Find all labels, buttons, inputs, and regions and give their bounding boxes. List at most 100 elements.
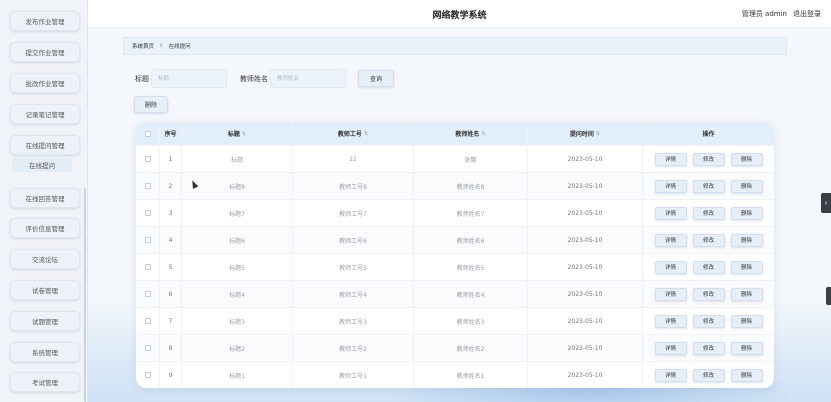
cell-teacher-name: 教师姓名4 xyxy=(414,281,528,307)
sidebar-item-submit-homework[interactable]: 提交作业管理 xyxy=(10,42,80,62)
cell-idx: 5 xyxy=(160,254,182,280)
edit-button[interactable]: 修改 xyxy=(692,368,725,382)
detail-button[interactable]: 详情 xyxy=(654,206,687,220)
edit-button[interactable]: 修改 xyxy=(692,314,725,328)
edit-button[interactable]: 修改 xyxy=(692,206,725,220)
teacher-name-search-input[interactable] xyxy=(270,69,346,88)
sidebar-item-papers[interactable]: 试卷管理 xyxy=(10,280,80,300)
detail-button[interactable]: 详情 xyxy=(654,233,687,247)
breadcrumb-home[interactable]: 系统首页 xyxy=(132,42,154,50)
cell-idx: 1 xyxy=(160,146,182,172)
col-teacher-no[interactable]: 教师工号 ⇅ xyxy=(293,122,414,145)
sidebar-item-forum[interactable]: 交流论坛 xyxy=(10,249,80,269)
row-select-cell xyxy=(136,335,160,361)
detail-button[interactable]: 详情 xyxy=(654,179,687,193)
row-select-cell xyxy=(136,146,160,172)
sidebar-item-exams[interactable]: 考试管理 xyxy=(10,372,80,392)
row-checkbox[interactable] xyxy=(144,291,151,297)
row-select-cell xyxy=(136,281,160,307)
cell-time: 2023-05-10 xyxy=(528,200,643,226)
side-handle[interactable] xyxy=(826,287,831,305)
delete-button[interactable]: 删除 xyxy=(730,287,763,301)
delete-button[interactable]: 删除 xyxy=(730,368,763,382)
logout-link[interactable]: 退出登录 xyxy=(793,9,821,19)
sidebar-item-questions-bank[interactable]: 试题管理 xyxy=(10,311,80,331)
col-teacher-name-label: 教师姓名 xyxy=(455,131,480,138)
row-checkbox[interactable] xyxy=(144,345,151,351)
batch-delete-button[interactable]: 删除 xyxy=(134,96,168,113)
title-search-input[interactable] xyxy=(151,69,227,88)
delete-button[interactable]: 删除 xyxy=(730,260,763,274)
cell-idx: 9 xyxy=(160,362,182,388)
sort-icon[interactable]: ⇅ xyxy=(481,131,485,137)
row-checkbox[interactable] xyxy=(144,156,151,162)
col-time-label: 提问时间 xyxy=(569,131,594,138)
col-title[interactable]: 标题 ⇅ xyxy=(182,122,293,145)
cell-teacher-no: 教师工号8 xyxy=(293,173,414,199)
sort-icon[interactable]: ⇅ xyxy=(364,131,368,137)
row-actions: 详情 修改 删除 xyxy=(643,227,774,253)
col-index-label: 序号 xyxy=(164,131,177,138)
row-checkbox[interactable] xyxy=(144,372,151,378)
cell-teacher-name: 教师姓名6 xyxy=(414,227,528,253)
cell-idx: 7 xyxy=(160,308,182,334)
cell-teacher-no: 教师工号2 xyxy=(293,335,414,361)
row-actions: 详情 修改 删除 xyxy=(643,308,774,334)
app-title: 网络教学系统 xyxy=(432,11,487,21)
sort-icon[interactable]: ⇅ xyxy=(242,131,246,137)
cell-idx: 6 xyxy=(160,281,182,307)
table-row: 7 标题3 教师工号3 教师姓名3 2023-05-10 详情 修改 删除 xyxy=(136,307,774,334)
delete-button[interactable]: 删除 xyxy=(730,341,763,355)
col-time[interactable]: 提问时间 ⇅ xyxy=(528,122,643,145)
sidebar-subitem-questions[interactable]: 在线提问 xyxy=(12,158,72,172)
sort-icon[interactable]: ⇅ xyxy=(596,131,600,137)
detail-button[interactable]: 详情 xyxy=(654,368,687,382)
delete-button[interactable]: 删除 xyxy=(730,233,763,247)
sidebar-item-grade-homework[interactable]: 批改作业管理 xyxy=(10,73,80,93)
sidebar-item-reviews[interactable]: 评价信息管理 xyxy=(10,218,80,238)
cell-teacher-name: 教师姓名2 xyxy=(414,335,528,361)
sidebar-item-publish-homework[interactable]: 发布作业管理 xyxy=(10,11,80,31)
sidebar-item-notes[interactable]: 记录笔记管理 xyxy=(10,104,80,124)
sidebar-scrollbar[interactable] xyxy=(84,188,86,402)
cell-time: 2023-05-10 xyxy=(528,281,643,307)
edit-button[interactable]: 修改 xyxy=(692,179,725,193)
edit-button[interactable]: 修改 xyxy=(692,260,725,274)
cell-time: 2023-05-10 xyxy=(528,254,643,280)
detail-button[interactable]: 详情 xyxy=(654,152,687,166)
collapse-panel-icon[interactable]: ‹ xyxy=(821,193,831,213)
sidebar-item-system[interactable]: 系统管理 xyxy=(10,342,80,362)
row-checkbox[interactable] xyxy=(144,237,151,243)
edit-button[interactable]: 修改 xyxy=(692,233,725,247)
edit-button[interactable]: 修改 xyxy=(692,152,725,166)
row-actions: 详情 修改 删除 xyxy=(643,146,774,172)
delete-button[interactable]: 删除 xyxy=(730,152,763,166)
edit-button[interactable]: 修改 xyxy=(692,341,725,355)
row-checkbox[interactable] xyxy=(144,318,151,324)
col-ops: 操作 xyxy=(643,122,774,145)
delete-button[interactable]: 删除 xyxy=(730,314,763,328)
detail-button[interactable]: 详情 xyxy=(654,260,687,274)
select-all-cell xyxy=(136,122,160,145)
edit-button[interactable]: 修改 xyxy=(692,287,725,301)
row-checkbox[interactable] xyxy=(144,210,151,216)
cell-idx: 8 xyxy=(160,335,182,361)
cell-title: 标题7 xyxy=(182,200,293,226)
detail-button[interactable]: 详情 xyxy=(654,341,687,355)
cell-title: 标题1 xyxy=(182,362,293,388)
breadcrumb-separator-icon: ⇧ xyxy=(159,43,164,49)
sidebar-item-questions[interactable]: 在线提问管理 xyxy=(10,135,80,155)
detail-button[interactable]: 详情 xyxy=(654,314,687,328)
row-select-cell xyxy=(136,200,160,226)
col-teacher-name[interactable]: 教师姓名 ⇅ xyxy=(414,122,528,145)
sidebar-item-answers[interactable]: 在线回答管理 xyxy=(10,188,80,208)
delete-button[interactable]: 删除 xyxy=(730,206,763,220)
detail-button[interactable]: 详情 xyxy=(654,287,687,301)
row-checkbox[interactable] xyxy=(144,264,151,270)
col-index: 序号 xyxy=(160,122,182,145)
cell-title: 标题5 xyxy=(182,254,293,280)
select-all-checkbox[interactable] xyxy=(144,130,151,137)
row-checkbox[interactable] xyxy=(144,183,151,189)
query-button[interactable]: 查询 xyxy=(358,70,394,87)
delete-button[interactable]: 删除 xyxy=(730,179,763,193)
